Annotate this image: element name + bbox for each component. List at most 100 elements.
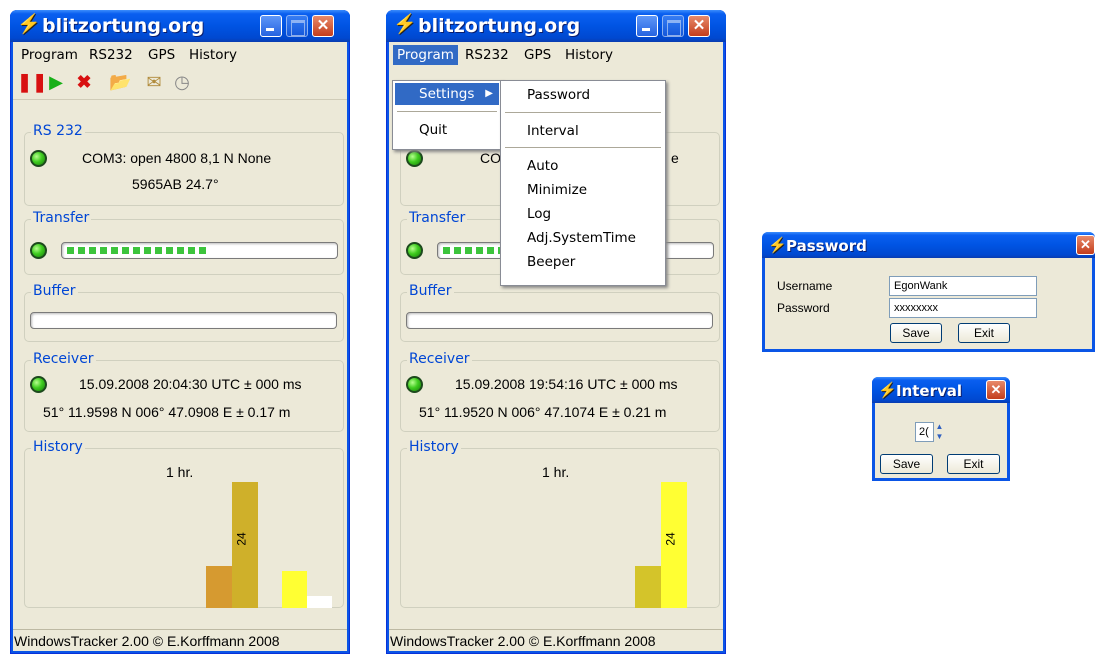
pause-icon[interactable]: ❚❚ <box>17 71 47 93</box>
close-button[interactable]: ✕ <box>1076 235 1095 255</box>
com-status-fragment: e <box>671 150 679 166</box>
main-window-right: ⚡ blitzortung.org ✕ Program RS232 GPS Hi… <box>386 10 726 654</box>
dialog-title-bar[interactable]: ⚡ Password ✕ <box>762 232 1095 258</box>
lightning-icon: ⚡ <box>878 382 897 399</box>
progress-segment <box>475 246 484 255</box>
progress-segment <box>165 246 174 255</box>
maximize-button[interactable] <box>662 15 684 37</box>
minimize-button[interactable] <box>636 15 658 37</box>
receiver-led-icon <box>30 376 47 393</box>
com-status: COM3: open 4800 8,1 N None <box>82 150 272 166</box>
close-button[interactable]: ✕ <box>986 380 1006 400</box>
menu-item-auto[interactable]: Auto <box>503 155 663 177</box>
group-label: Transfer <box>407 210 468 226</box>
program-dropdown: Settings ▶ Quit <box>392 80 502 150</box>
menu-item-label: Password <box>527 87 591 103</box>
history-bar: 24 <box>661 482 687 608</box>
receiver-led-icon <box>406 376 423 393</box>
menu-rs232[interactable]: RS232 <box>461 45 513 65</box>
menu-item-label: Quit <box>419 122 448 138</box>
menu-program[interactable]: Program <box>393 45 458 65</box>
maximize-button[interactable] <box>286 15 308 37</box>
buffer-group: Buffer <box>400 283 720 342</box>
menu-item-label: Interval <box>527 123 579 139</box>
progress-segment <box>453 246 462 255</box>
progress-segment <box>486 246 495 255</box>
menu-item-beeper[interactable]: Beeper <box>503 251 663 273</box>
receiver-position: 51° 11.9598 N 006° 47.0908 E ± 0.17 m <box>43 404 291 420</box>
menu-rs232[interactable]: RS232 <box>85 45 137 65</box>
close-button[interactable]: ✕ <box>688 15 710 37</box>
open-folder-icon[interactable]: 📂 <box>109 71 131 93</box>
history-label: 1 hr. <box>166 464 194 480</box>
menu-item-interval[interactable]: Interval <box>503 120 663 142</box>
menu-gps[interactable]: GPS <box>144 45 179 65</box>
menu-gps[interactable]: GPS <box>520 45 555 65</box>
title-bar[interactable]: ⚡ blitzortung.org ✕ <box>10 10 350 42</box>
save-button[interactable]: Save <box>880 454 933 474</box>
mail-icon[interactable]: ✉ <box>143 71 165 93</box>
close-button[interactable]: ✕ <box>312 15 334 37</box>
menu-history[interactable]: History <box>561 45 617 65</box>
menu-separator <box>397 111 497 112</box>
progress-segment <box>88 246 97 255</box>
spinner-arrows-icon[interactable]: ▲ ▼ <box>934 422 945 442</box>
exit-button[interactable]: Exit <box>958 323 1010 343</box>
menu-program[interactable]: Program <box>17 45 82 65</box>
group-label: Buffer <box>31 283 78 299</box>
buffer-progress-bar <box>406 312 713 329</box>
dialog-title-bar[interactable]: ⚡ Interval ✕ <box>872 377 1010 403</box>
interval-input[interactable]: 2( <box>915 422 934 442</box>
rs232-led-icon <box>30 150 47 167</box>
play-icon[interactable]: ▶ <box>45 71 67 93</box>
history-bar-value: 24 <box>234 532 249 546</box>
progress-segment <box>121 246 130 255</box>
password-dialog: ⚡ Password ✕ Username Password EgonWank … <box>762 232 1095 352</box>
menu-history[interactable]: History <box>185 45 241 65</box>
history-group: History 1 hr. 24 <box>24 439 344 608</box>
menu-item-minimize[interactable]: Minimize <box>503 179 663 201</box>
progress-segment <box>110 246 119 255</box>
save-button[interactable]: Save <box>890 323 942 343</box>
submenu-arrow-icon: ▶ <box>485 88 493 99</box>
history-label: 1 hr. <box>542 464 570 480</box>
password-label: Password <box>777 301 830 315</box>
password-field[interactable]: xxxxxxxx <box>889 298 1037 318</box>
menu-item-log[interactable]: Log <box>503 203 663 225</box>
history-bar <box>282 571 307 608</box>
clock-icon[interactable]: ◷ <box>171 71 193 93</box>
menu-item-label: Minimize <box>527 182 587 198</box>
menu-item-label: Beeper <box>527 254 576 270</box>
progress-segment <box>77 246 86 255</box>
menu-item-settings[interactable]: Settings ▶ <box>395 83 499 105</box>
progress-segment <box>132 246 141 255</box>
username-field[interactable]: EgonWank <box>889 276 1037 296</box>
minimize-button[interactable] <box>260 15 282 37</box>
menu-item-quit[interactable]: Quit <box>395 119 499 141</box>
group-label: Transfer <box>31 210 92 226</box>
menu-item-label: Log <box>527 206 552 222</box>
status-text: WindowsTracker 2.00 © E.Korffmann 2008 <box>390 633 656 649</box>
menu-item-adj-systemtime[interactable]: Adj.SystemTime <box>503 227 663 249</box>
group-label: Receiver <box>31 351 96 367</box>
buffer-group: Buffer <box>24 283 344 342</box>
lightning-icon: ⚡ <box>393 14 417 35</box>
progress-segment <box>154 246 163 255</box>
menu-item-password[interactable]: Password <box>503 84 663 106</box>
history-bar <box>206 566 232 608</box>
status-text: WindowsTracker 2.00 © E.Korffmann 2008 <box>14 633 280 649</box>
menu-item-label: Settings <box>419 86 475 102</box>
lightning-icon: ⚡ <box>768 237 787 254</box>
exit-button[interactable]: Exit <box>947 454 1000 474</box>
progress-segment <box>198 246 207 255</box>
menu-bar: Program RS232 GPS History <box>389 42 723 66</box>
settings-submenu: Password Interval Auto Minimize Log Adj.… <box>500 80 666 286</box>
group-label: History <box>31 439 85 455</box>
transfer-led-icon <box>30 242 47 259</box>
transfer-led-icon <box>406 242 423 259</box>
group-label: Buffer <box>407 283 454 299</box>
title-bar[interactable]: ⚡ blitzortung.org ✕ <box>386 10 726 42</box>
history-bar: 24 <box>232 482 258 608</box>
menu-item-label: Auto <box>527 158 559 174</box>
stop-icon[interactable]: ✖ <box>73 71 95 93</box>
